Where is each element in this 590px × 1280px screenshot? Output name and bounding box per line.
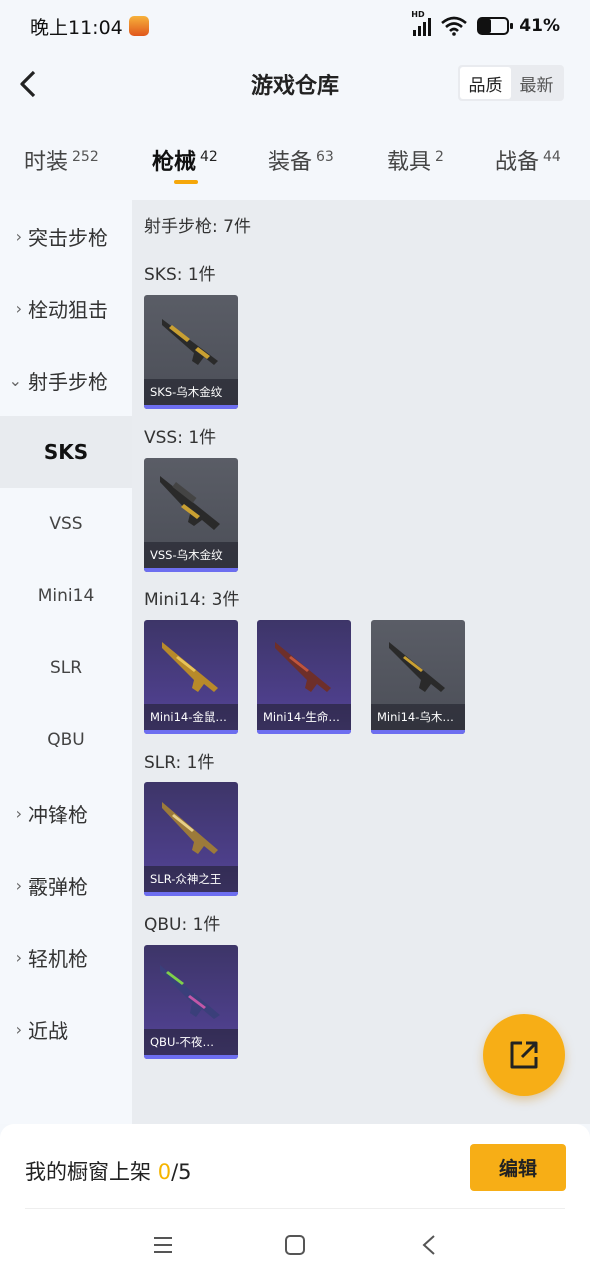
weapon-card-name: Mini14-乌木… — [371, 704, 465, 730]
edit-button[interactable]: 编辑 — [470, 1144, 566, 1191]
divider — [25, 1208, 565, 1209]
chevron-right-icon: › — [15, 1019, 22, 1039]
weapon-card-name: Mini14-生命… — [257, 704, 351, 730]
share-button[interactable] — [483, 1014, 565, 1096]
rifle-icon — [162, 802, 218, 854]
wifi-icon — [441, 16, 468, 36]
tab-fashion[interactable]: 时装 252 — [24, 144, 99, 176]
header: 游戏仓库 品质 最新 — [0, 52, 590, 116]
showcase-count: 0 — [157, 1160, 172, 1184]
chevron-right-icon: › — [15, 875, 22, 895]
rifle-icon — [160, 965, 220, 1019]
group-heading-mini14: Mini14: 3件 — [144, 590, 240, 610]
weapon-card-mini14-life[interactable]: Mini14-生命… — [257, 620, 351, 734]
rarity-bar — [144, 405, 238, 409]
rarity-bar — [144, 568, 238, 572]
weapon-card-name: SLR-众神之王 — [144, 866, 238, 892]
sidebar-item-qbu[interactable]: QBU — [0, 704, 132, 776]
sort-by-newest-button[interactable]: 最新 — [511, 67, 562, 99]
group-heading-slr: SLR: 1件 — [144, 753, 215, 773]
rarity-bar — [144, 1055, 238, 1059]
chevron-down-icon: ⌄ — [8, 370, 22, 390]
category-heading: 射手步枪: 7件 — [144, 217, 251, 237]
weapon-content-panel: 射手步枪: 7件 SKS: 1件 SKS-乌木金纹 VSS: 1件 VSS-乌木… — [132, 200, 590, 1124]
active-tab-indicator — [174, 180, 198, 184]
menu-icon[interactable] — [152, 1236, 174, 1254]
showcase-status: 我的橱窗上架 0/5 — [25, 1160, 192, 1184]
chevron-right-icon: › — [15, 803, 22, 823]
sidebar-item-shotgun[interactable]: › 霰弹枪 — [0, 849, 132, 921]
weapon-card-qbu-sleepless[interactable]: QBU-不夜… — [144, 945, 238, 1059]
weapon-card-vss-ebony-gold[interactable]: VSS-乌木金纹 — [144, 458, 238, 572]
status-time: 晚上11:04 — [30, 16, 123, 39]
tab-vehicles[interactable]: 载具 2 — [387, 144, 444, 176]
sidebar-item-lmg[interactable]: › 轻机枪 — [0, 921, 132, 993]
battery-icon — [477, 17, 514, 35]
weapon-type-sidebar: › 突击步枪 › 栓动狙击 ⌄ 射手步枪 SKS VSS Mini14 SLR QBU… — [0, 200, 132, 1124]
rarity-bar — [144, 730, 238, 734]
sidebar-item-melee[interactable]: › 近战 — [0, 993, 132, 1065]
sidebar-item-mini14[interactable]: Mini14 — [0, 560, 132, 632]
weapon-card-mini14-golden-rat[interactable]: Mini14-金鼠… — [144, 620, 238, 734]
rifle-icon — [275, 642, 331, 692]
rifle-icon — [162, 319, 218, 365]
group-heading-sks: SKS: 1件 — [144, 265, 216, 285]
chevron-right-icon: › — [15, 226, 22, 246]
signal-icon: HD — [411, 10, 432, 36]
weapon-card-name: SKS-乌木金纹 — [144, 379, 238, 405]
weapon-card-slr-king-of-gods[interactable]: SLR-众神之王 — [144, 782, 238, 896]
rifle-icon — [162, 642, 218, 692]
battery-percent: 41% — [519, 16, 560, 36]
sort-toggle[interactable]: 品质 最新 — [458, 65, 564, 101]
category-tabs: 时装 252 枪械 42 装备 63 载具 2 战备 44 — [0, 136, 590, 190]
rarity-bar — [257, 730, 351, 734]
group-heading-vss: VSS: 1件 — [144, 428, 217, 448]
app-notification-icon — [128, 16, 149, 36]
weapon-card-name: QBU-不夜… — [144, 1029, 238, 1055]
tab-firearms[interactable]: 枪械 42 — [152, 144, 218, 176]
tab-supplies[interactable]: 战备 44 — [495, 144, 561, 176]
sidebar-item-slr[interactable]: SLR — [0, 632, 132, 704]
showcase-bar: 我的橱窗上架 0/5 编辑 — [0, 1124, 590, 1216]
sidebar-item-sks[interactable]: SKS — [0, 416, 132, 488]
sidebar-item-bolt-action-sniper[interactable]: › 栓动狙击 — [0, 272, 132, 344]
chevron-right-icon: › — [15, 298, 22, 318]
back-arrow-icon[interactable] — [14, 66, 50, 102]
rarity-bar — [144, 892, 238, 896]
page-title: 游戏仓库 — [250, 74, 339, 99]
status-bar: 晚上11:04 HD 41% — [0, 0, 590, 52]
chevron-right-icon: › — [15, 947, 22, 967]
home-icon[interactable] — [284, 1234, 306, 1256]
weapon-card-mini14-ebony[interactable]: Mini14-乌木… — [371, 620, 465, 734]
weapon-card-name: Mini14-金鼠… — [144, 704, 238, 730]
back-icon[interactable] — [420, 1234, 440, 1256]
sort-by-quality-button[interactable]: 品质 — [460, 67, 511, 99]
weapon-card-sks-ebony-gold[interactable]: SKS-乌木金纹 — [144, 295, 238, 409]
sidebar-item-marksman-rifle[interactable]: ⌄ 射手步枪 — [0, 344, 132, 416]
sidebar-item-assault-rifle[interactable]: › 突击步枪 — [0, 200, 132, 272]
sidebar-item-vss[interactable]: VSS — [0, 488, 132, 560]
rifle-icon — [160, 476, 220, 530]
system-navigation-bar — [0, 1216, 590, 1280]
share-icon — [510, 1041, 538, 1069]
group-heading-qbu: QBU: 1件 — [144, 915, 221, 935]
sidebar-item-smg[interactable]: › 冲锋枪 — [0, 777, 132, 849]
tab-equipment[interactable]: 装备 63 — [268, 144, 334, 176]
rarity-bar — [371, 730, 465, 734]
rifle-icon — [389, 642, 445, 692]
weapon-card-name: VSS-乌木金纹 — [144, 542, 238, 568]
